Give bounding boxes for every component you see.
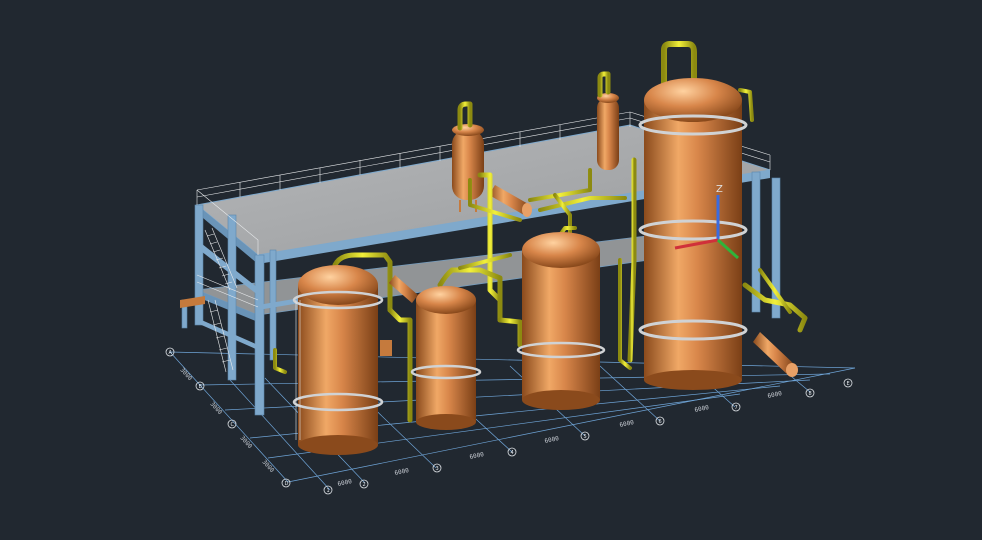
separator-vessel-small[interactable] — [410, 286, 482, 430]
heat-exchanger-right[interactable] — [753, 332, 798, 377]
svg-text:6000: 6000 — [619, 419, 635, 429]
svg-text:6000: 6000 — [337, 478, 353, 488]
svg-text:3000: 3000 — [239, 435, 254, 451]
plant-3d-model[interactable]: 1 2 3 4 5 6 7 8 A B C D E 6000 6000 6000… — [0, 0, 982, 540]
grid-bubble[interactable]: 7 — [731, 402, 741, 412]
grid-bubble[interactable]: 3 — [432, 463, 442, 473]
svg-text:3000: 3000 — [209, 401, 224, 417]
separator-vessel-center[interactable] — [516, 232, 606, 410]
pump[interactable] — [380, 340, 392, 356]
grid-bubble[interactable]: 2 — [359, 479, 369, 489]
svg-text:6000: 6000 — [394, 467, 410, 477]
svg-text:3: 3 — [436, 466, 439, 472]
grid-bubble[interactable]: E — [843, 378, 853, 388]
svg-text:2: 2 — [363, 482, 366, 488]
svg-text:6000: 6000 — [694, 404, 710, 414]
svg-text:6000: 6000 — [767, 390, 783, 400]
svg-text:D: D — [285, 481, 289, 487]
svg-text:6000: 6000 — [544, 435, 560, 445]
model-viewport[interactable]: 1 2 3 4 5 6 7 8 A B C D E 6000 6000 6000… — [0, 0, 982, 540]
svg-text:C: C — [231, 422, 235, 428]
svg-text:E: E — [847, 381, 850, 387]
grid-bubble[interactable]: B — [195, 381, 205, 391]
svg-text:6000: 6000 — [469, 451, 485, 461]
separator-vessel-left[interactable] — [292, 265, 384, 455]
grid-bubble[interactable]: 4 — [507, 447, 517, 457]
svg-text:5: 5 — [584, 434, 587, 440]
svg-text:8: 8 — [809, 391, 812, 397]
distillation-column-right[interactable] — [638, 78, 748, 390]
grid-bubble[interactable]: D — [281, 478, 291, 488]
svg-text:4: 4 — [511, 450, 514, 456]
svg-text:3000: 3000 — [179, 367, 194, 383]
grid-bubble[interactable]: 6 — [655, 416, 665, 426]
svg-text:3000: 3000 — [261, 459, 276, 475]
svg-text:7: 7 — [735, 405, 738, 411]
reflux-drum-upper-right[interactable] — [597, 93, 619, 170]
grid-bubble[interactable]: 8 — [805, 388, 815, 398]
grid-bubble[interactable]: 1 — [323, 485, 333, 495]
svg-text:Z: Z — [716, 184, 723, 195]
svg-text:1: 1 — [327, 488, 330, 494]
svg-text:B: B — [199, 384, 203, 390]
svg-text:6: 6 — [659, 419, 662, 425]
svg-text:A: A — [169, 350, 173, 356]
grid-bubble[interactable]: C — [227, 419, 237, 429]
grid-bubble[interactable]: 5 — [580, 431, 590, 441]
